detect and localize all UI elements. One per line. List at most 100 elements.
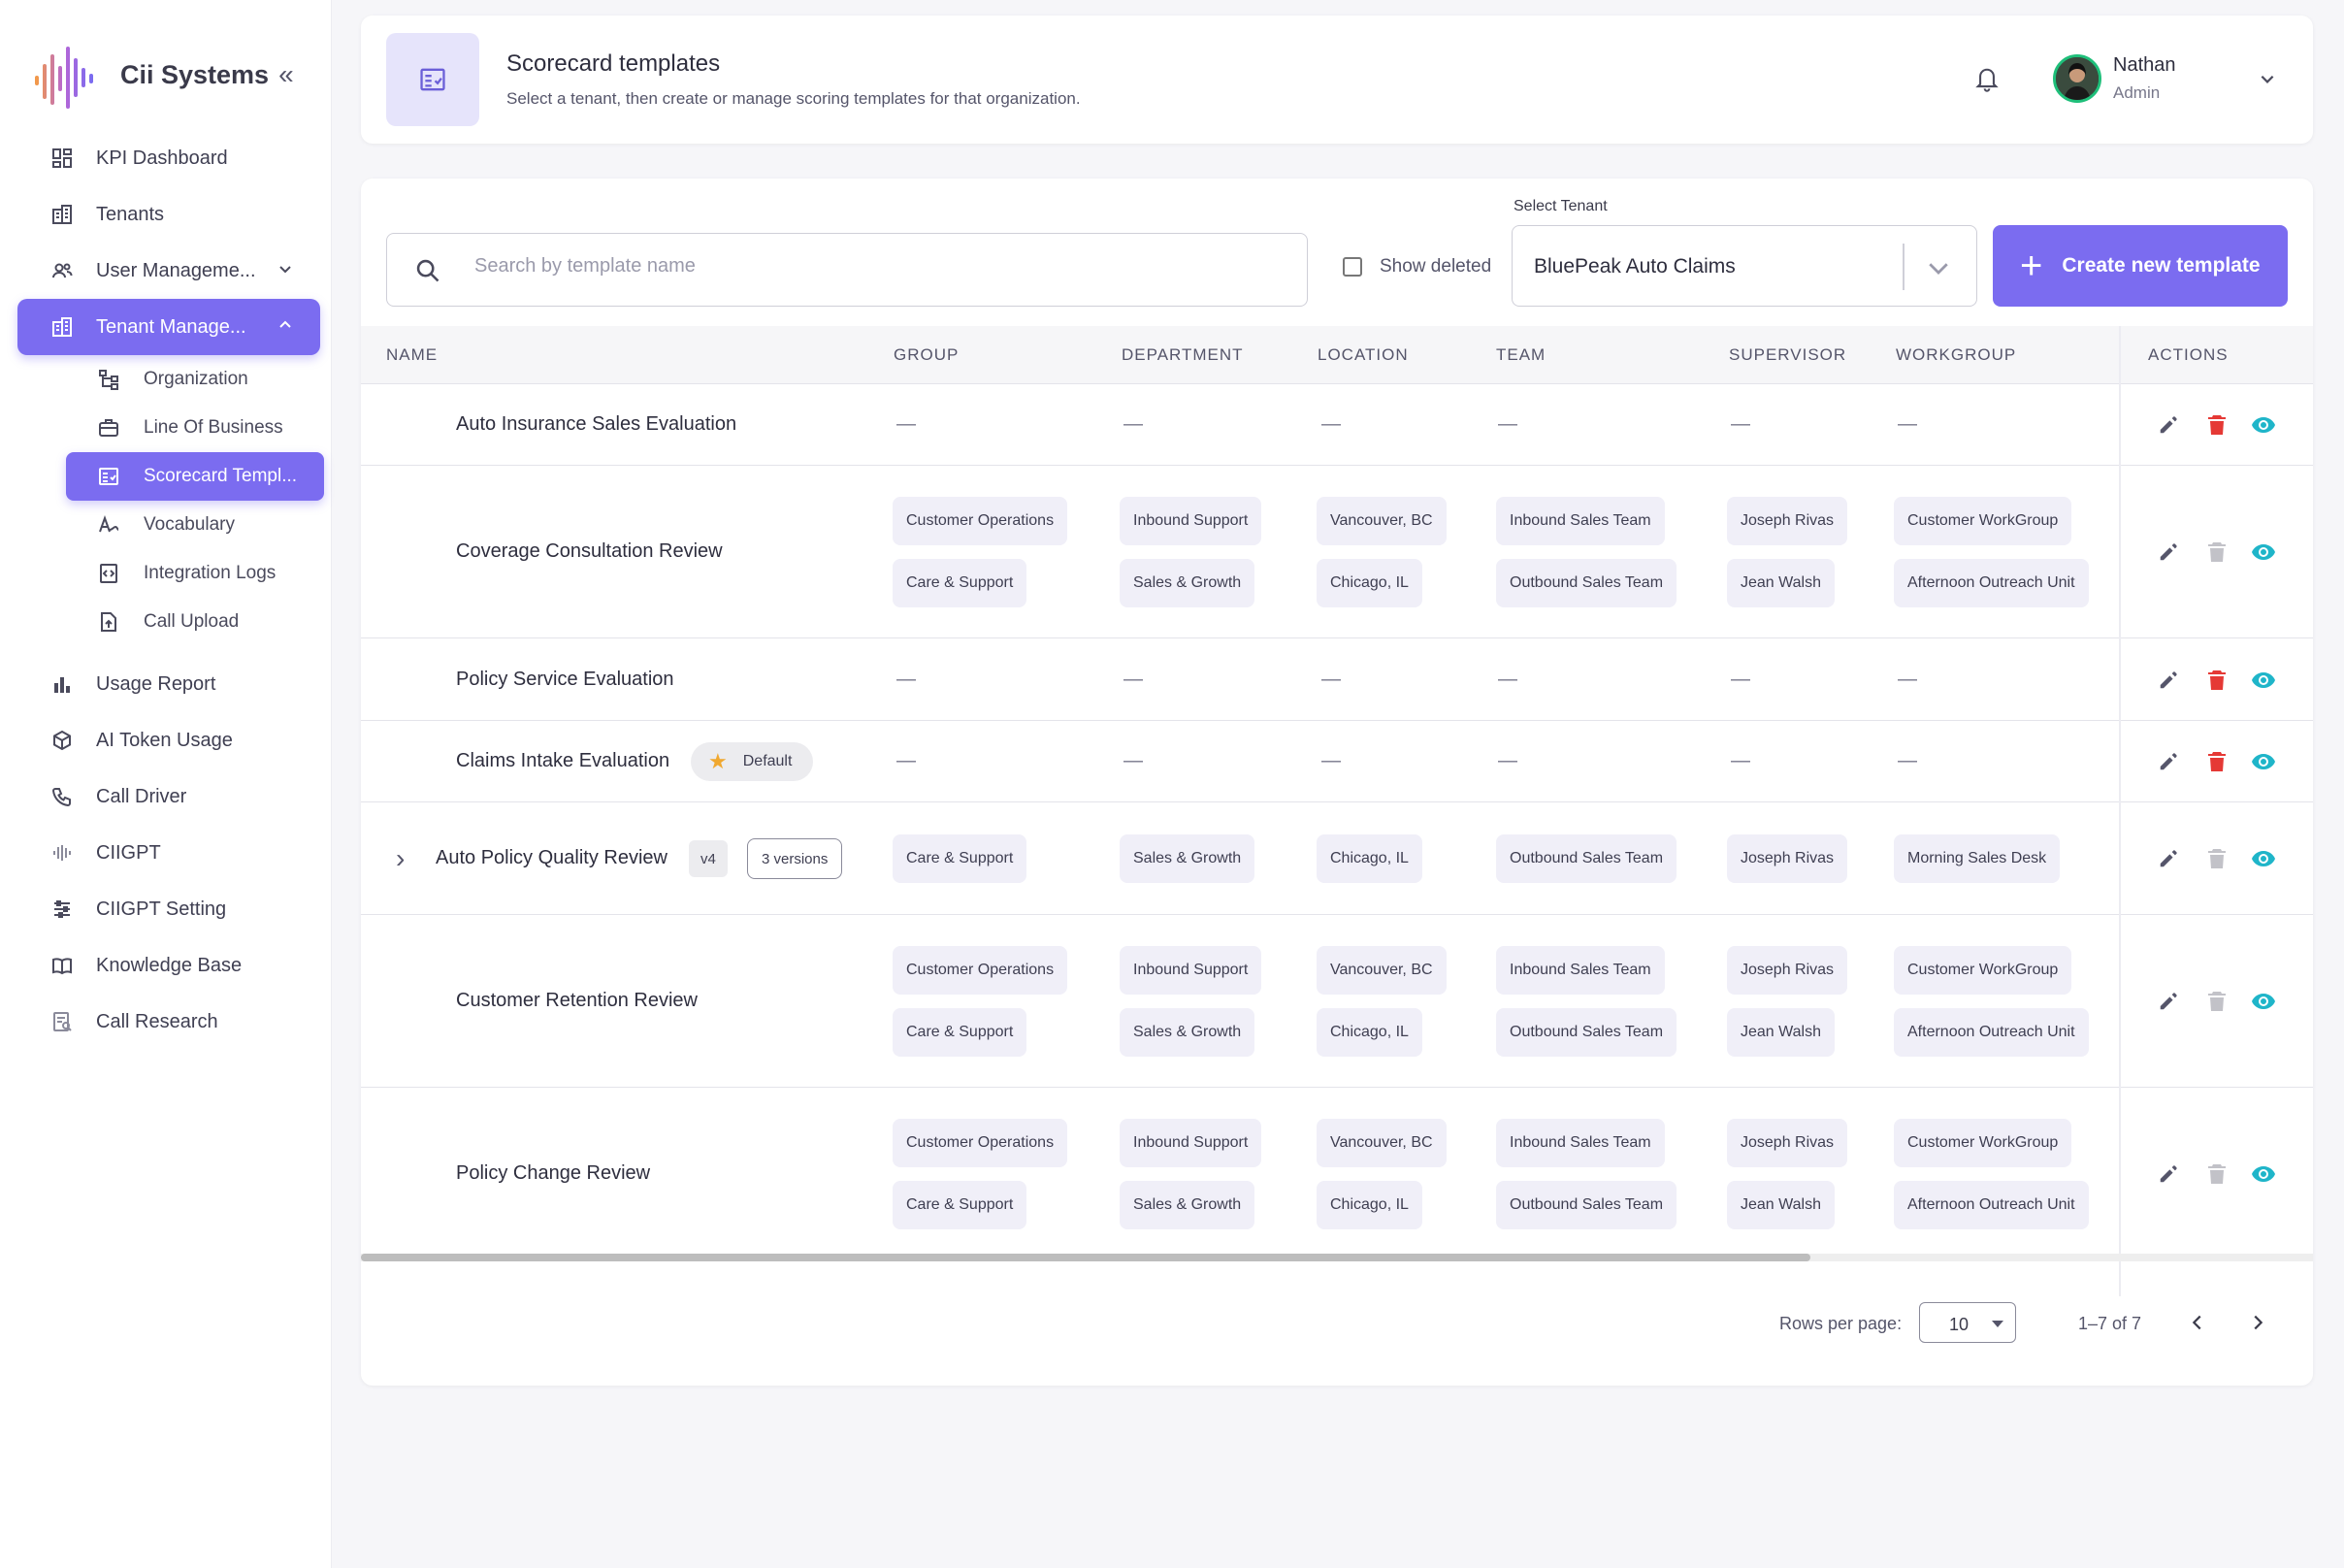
- column-name[interactable]: NAME: [386, 345, 438, 365]
- table-row[interactable]: Customer Retention Review Customer Operat…: [361, 915, 2313, 1088]
- scrollbar-thumb[interactable]: [361, 1254, 1810, 1261]
- edit-icon[interactable]: [2156, 412, 2181, 438]
- avatar[interactable]: [2053, 54, 2101, 103]
- table-row[interactable]: Policy Service Evaluation — — — — — —: [361, 638, 2313, 721]
- chevron-down-icon[interactable]: [1924, 253, 1953, 287]
- sidebar-item-ciigpt[interactable]: CIIGPT: [17, 825, 320, 881]
- location-chip: Chicago, IL: [1317, 559, 1422, 607]
- view-icon[interactable]: [2251, 668, 2276, 693]
- search-input[interactable]: [474, 255, 1270, 278]
- template-name[interactable]: Claims Intake Evaluation: [456, 750, 669, 772]
- sidebar-subitem-vocabulary[interactable]: Vocabulary: [17, 501, 320, 549]
- caret-down-icon: [1992, 1321, 2003, 1327]
- view-icon[interactable]: [2251, 989, 2276, 1014]
- table-row[interactable]: › Auto Policy Quality Review v4 3 versions C…: [361, 802, 2313, 915]
- template-name[interactable]: Policy Change Review: [456, 1162, 650, 1185]
- sidebar-item-ciigpt-setting[interactable]: CIIGPT Setting: [17, 881, 320, 937]
- sidebar-item-user-management[interactable]: User Manageme...: [17, 243, 320, 299]
- delete-icon[interactable]: [2204, 668, 2230, 693]
- supervisor-chip: Joseph Rivas: [1727, 834, 1848, 883]
- table-row[interactable]: Claims Intake Evaluation ★ Default — — — — — —: [361, 721, 2313, 802]
- create-template-label: Create new template: [2062, 254, 2261, 277]
- show-deleted-checkbox[interactable]: [1343, 257, 1362, 277]
- sidebar-subitem-integration-logs[interactable]: Integration Logs: [17, 549, 320, 598]
- supervisor-chip: Jean Walsh: [1727, 1181, 1835, 1229]
- column-group[interactable]: GROUP: [894, 345, 959, 365]
- chevron-right-icon[interactable]: [2247, 1312, 2268, 1338]
- show-deleted-toggle[interactable]: Show deleted: [1343, 256, 1491, 278]
- column-department[interactable]: DEPARTMENT: [1122, 345, 1244, 365]
- chevron-down-icon: [277, 261, 293, 281]
- sidebar-item-call-driver[interactable]: Call Driver: [17, 768, 320, 825]
- empty-cell-dash: —: [1123, 750, 1143, 771]
- sidebar-subitem-scorecard-templates[interactable]: Scorecard Templ...: [66, 452, 324, 501]
- sidebar-item-call-research[interactable]: Call Research: [17, 994, 320, 1050]
- team-chip: Inbound Sales Team: [1496, 497, 1665, 545]
- sidebar-item-tenants[interactable]: Tenants: [17, 186, 320, 243]
- sidebar-item-label: CIIGPT: [96, 841, 161, 864]
- versions-button[interactable]: 3 versions: [747, 838, 843, 879]
- template-name[interactable]: Policy Service Evaluation: [456, 669, 674, 691]
- rows-per-page-select[interactable]: 10: [1919, 1302, 2016, 1343]
- table-row[interactable]: Auto Insurance Sales Evaluation — — — — — —: [361, 384, 2313, 466]
- chevron-down-icon[interactable]: [2259, 70, 2276, 92]
- workgroup-chip: Customer WorkGroup: [1894, 1119, 2072, 1167]
- sidebar-item-ai-token-usage[interactable]: AI Token Usage: [17, 712, 320, 768]
- sidebar-subitem-organization[interactable]: Organization: [17, 355, 320, 404]
- template-name[interactable]: Customer Retention Review: [456, 990, 698, 1012]
- view-icon[interactable]: [2251, 846, 2276, 871]
- bell-icon[interactable]: [1973, 64, 2001, 98]
- empty-cell-dash: —: [1123, 668, 1143, 690]
- edit-icon[interactable]: [2156, 539, 2181, 565]
- sidebar-subitem-call-upload[interactable]: Call Upload: [17, 598, 320, 646]
- sidebar-item-label: User Manageme...: [96, 259, 256, 281]
- chevron-right-icon[interactable]: ›: [396, 843, 405, 874]
- empty-cell-dash: —: [1321, 750, 1341, 771]
- column-supervisor[interactable]: SUPERVISOR: [1729, 345, 1846, 365]
- template-name[interactable]: Coverage Consultation Review: [456, 540, 723, 563]
- delete-icon[interactable]: [2204, 412, 2230, 438]
- sidebar-item-usage-report[interactable]: Usage Report: [17, 656, 320, 712]
- view-icon[interactable]: [2251, 539, 2276, 565]
- collapse-sidebar-icon[interactable]: «: [278, 59, 294, 90]
- template-name[interactable]: Auto Insurance Sales Evaluation: [456, 413, 736, 436]
- tenant-icon: [50, 315, 74, 339]
- column-workgroup[interactable]: WORKGROUP: [1896, 345, 2016, 365]
- sidebar-item-label: Line Of Business: [144, 417, 283, 438]
- supervisor-chip: Jean Walsh: [1727, 559, 1835, 607]
- table-row[interactable]: Coverage Consultation Review Customer Ope…: [361, 466, 2313, 638]
- view-icon[interactable]: [2251, 1161, 2276, 1187]
- tenant-select[interactable]: BluePeak Auto Claims: [1512, 225, 1977, 307]
- sidebar-item-label: Organization: [144, 369, 248, 389]
- empty-cell-dash: —: [1498, 413, 1517, 435]
- edit-icon[interactable]: [2156, 749, 2181, 774]
- edit-icon[interactable]: [2156, 1161, 2181, 1187]
- horizontal-scrollbar[interactable]: [361, 1254, 2313, 1261]
- edit-icon[interactable]: [2156, 846, 2181, 871]
- edit-icon[interactable]: [2156, 668, 2181, 693]
- column-team[interactable]: TEAM: [1496, 345, 1546, 365]
- scorecard-header-icon: [386, 33, 479, 126]
- sidebar-item-tenant-management[interactable]: Tenant Manage...: [17, 299, 320, 355]
- chevron-left-icon[interactable]: [2187, 1312, 2208, 1338]
- sidebar-item-kpi-dashboard[interactable]: KPI Dashboard: [17, 130, 320, 186]
- column-location[interactable]: LOCATION: [1318, 345, 1409, 365]
- create-template-button[interactable]: + Create new template: [1993, 225, 2288, 307]
- view-icon[interactable]: [2251, 412, 2276, 438]
- table-row[interactable]: Policy Change Review Customer Operations C…: [361, 1088, 2313, 1260]
- sidebar-item-knowledge-base[interactable]: Knowledge Base: [17, 937, 320, 994]
- user-name: Nathan: [2113, 54, 2176, 76]
- location-chip: Chicago, IL: [1317, 1008, 1422, 1057]
- location-chip: Chicago, IL: [1317, 1181, 1422, 1229]
- sidebar-item-label: Vocabulary: [144, 514, 236, 535]
- star-icon: ★: [708, 749, 728, 773]
- delete-icon[interactable]: [2204, 749, 2230, 774]
- department-chip: Sales & Growth: [1120, 834, 1255, 883]
- template-name[interactable]: Auto Policy Quality Review: [436, 847, 667, 869]
- department-chip: Sales & Growth: [1120, 1008, 1255, 1057]
- view-icon[interactable]: [2251, 749, 2276, 774]
- edit-icon[interactable]: [2156, 989, 2181, 1014]
- empty-cell-dash: —: [1731, 413, 1750, 435]
- sidebar-subitem-line-of-business[interactable]: Line Of Business: [17, 404, 320, 452]
